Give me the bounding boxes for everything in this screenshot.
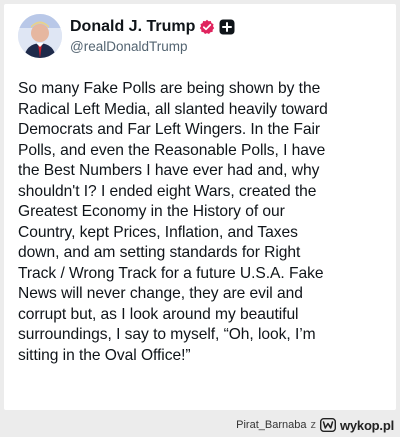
verified-badge-icon [199, 19, 215, 35]
author-display-name[interactable]: Donald J. Trump [70, 18, 195, 36]
portrait-avatar-icon [18, 14, 62, 58]
post-card: Donald J. Trump @realDonaldTrump So many… [4, 4, 396, 410]
source-footer: Pirat_Barnaba z wykop.pl [236, 416, 394, 434]
footer-username[interactable]: Pirat_Barnaba [236, 419, 306, 431]
plus-badge-icon [219, 19, 235, 35]
avatar[interactable] [18, 14, 62, 58]
post-text: So many Fake Polls are being shown by th… [18, 80, 328, 364]
wykop-icon [319, 417, 336, 433]
wykop-logo[interactable]: wykop.pl [340, 418, 394, 433]
footer-separator: z [310, 419, 316, 431]
author-name-row: Donald J. Trump [70, 18, 235, 36]
author-handle[interactable]: @realDonaldTrump [70, 39, 188, 54]
